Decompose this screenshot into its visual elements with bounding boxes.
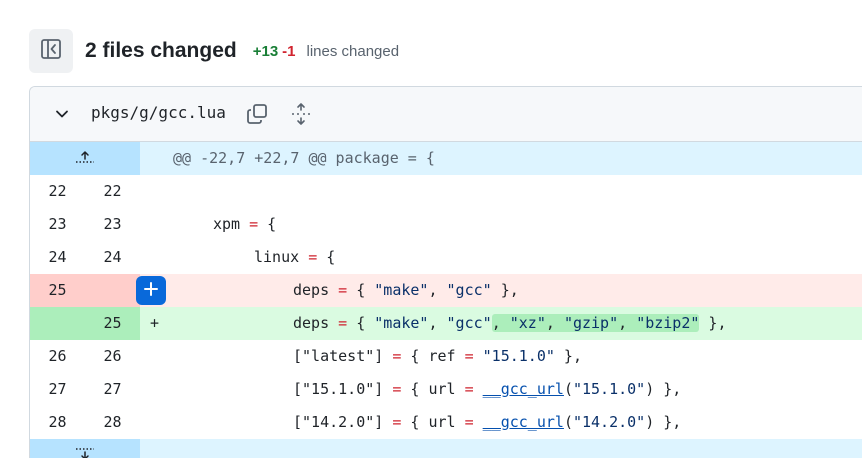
code-line: xpm = { bbox=[213, 215, 277, 233]
file-name[interactable]: pkgs/g/gcc.lua bbox=[91, 103, 226, 122]
file-header: pkgs/g/gcc.lua bbox=[30, 87, 862, 142]
file-diff: pkgs/g/gcc.lua @@ -22,7 +22,7 @@ package… bbox=[29, 86, 862, 458]
sidebar-toggle-icon bbox=[40, 38, 62, 65]
old-line-number[interactable]: 24 bbox=[30, 241, 85, 274]
code-line-added: deps = { "make", "gcc", "xz", "gzip", "b… bbox=[293, 314, 727, 332]
add-comment-button[interactable] bbox=[136, 276, 166, 305]
diff-summary: 2 files changed +13 -1 lines changed bbox=[29, 29, 399, 73]
unfold-icon[interactable] bbox=[290, 102, 312, 131]
deleted-row: 25 deps = { "make", "gcc" }, bbox=[30, 274, 862, 307]
code-line: ["14.2.0"] = { url = __gcc_url("14.2.0")… bbox=[293, 413, 682, 431]
file-tree-toggle-button[interactable] bbox=[29, 29, 73, 73]
new-line-number[interactable]: 27 bbox=[85, 373, 140, 406]
new-line-number[interactable]: 25 bbox=[85, 307, 140, 340]
hunk-header-row: @@ -22,7 +22,7 @@ package = { bbox=[30, 142, 862, 175]
old-line-number[interactable] bbox=[30, 307, 85, 340]
copy-icon[interactable] bbox=[246, 103, 268, 130]
code-line: linux = { bbox=[254, 248, 336, 266]
added-text-highlight: , "xz", "gzip", "bzip2" bbox=[491, 314, 700, 332]
lines-changed-label: lines changed bbox=[306, 42, 400, 60]
old-line-number[interactable]: 22 bbox=[30, 175, 85, 208]
diff-row: 23 23 xpm = { bbox=[30, 208, 862, 241]
deletions-count: -1 bbox=[282, 42, 296, 60]
hunk-footer-row bbox=[30, 439, 862, 458]
new-line-number[interactable]: 22 bbox=[85, 175, 140, 208]
code-line: ["15.1.0"] = { url = __gcc_url("15.1.0")… bbox=[293, 380, 682, 398]
diff-row: 24 24 linux = { bbox=[30, 241, 862, 274]
new-line-number[interactable]: 24 bbox=[85, 241, 140, 274]
diff-row: 22 22 bbox=[30, 175, 862, 208]
old-line-number[interactable]: 23 bbox=[30, 208, 85, 241]
expand-down-icon bbox=[73, 446, 97, 458]
new-line-number[interactable]: 26 bbox=[85, 340, 140, 373]
additions-count: +13 bbox=[252, 42, 279, 60]
new-line-number[interactable] bbox=[85, 274, 140, 307]
old-line-number[interactable]: 25 bbox=[30, 274, 85, 307]
diff-row: 28 28 ["14.2.0"] = { url = __gcc_url("14… bbox=[30, 406, 862, 439]
expand-down-button[interactable] bbox=[30, 439, 140, 458]
old-line-number[interactable]: 27 bbox=[30, 373, 85, 406]
diff-row: 26 26 ["latest"] = { ref = "15.1.0" }, bbox=[30, 340, 862, 373]
chevron-down-icon[interactable] bbox=[54, 106, 70, 127]
files-changed-title: 2 files changed bbox=[85, 39, 237, 62]
code-line-deleted: deps = { "make", "gcc" }, bbox=[293, 281, 519, 299]
hunk-header: @@ -22,7 +22,7 @@ package = { bbox=[173, 149, 435, 167]
new-line-number[interactable]: 23 bbox=[85, 208, 140, 241]
diff-row: 27 27 ["15.1.0"] = { url = __gcc_url("15… bbox=[30, 373, 862, 406]
new-line-number[interactable]: 28 bbox=[85, 406, 140, 439]
plus-icon bbox=[143, 281, 159, 301]
added-row: 25 + deps = { "make", "gcc", "xz", "gzip… bbox=[30, 307, 862, 340]
expand-up-icon bbox=[73, 149, 97, 169]
old-line-number[interactable]: 28 bbox=[30, 406, 85, 439]
expand-up-button[interactable] bbox=[30, 142, 140, 175]
code-line: ["latest"] = { ref = "15.1.0" }, bbox=[293, 347, 582, 365]
old-line-number[interactable]: 26 bbox=[30, 340, 85, 373]
